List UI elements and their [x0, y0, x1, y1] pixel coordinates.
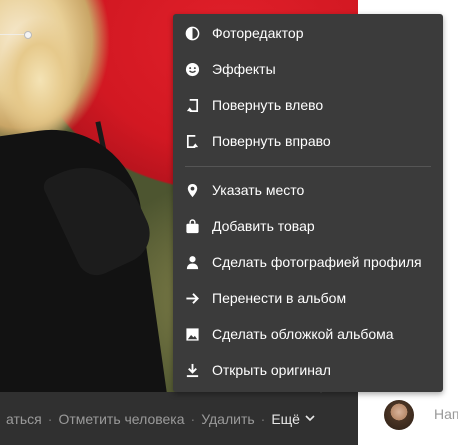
menu-item-label: Открыть оригинал [212, 362, 331, 378]
menu-item-set-profile-photo[interactable]: Сделать фотографией профиля [173, 247, 443, 277]
menu-item-location[interactable]: Указать место [173, 175, 443, 205]
rotate-right-icon [184, 133, 200, 149]
avatar[interactable] [384, 400, 414, 430]
menu-item-label: Фоторедактор [212, 25, 304, 41]
menu-item-move-to-album[interactable]: Перенести в альбом [173, 283, 443, 313]
contrast-icon [184, 25, 200, 41]
shopping-bag-icon [184, 218, 200, 234]
arrow-right-icon [184, 290, 200, 306]
person-icon [184, 254, 200, 270]
menu-item-label: Добавить товар [212, 218, 315, 234]
more-label: Ещё [271, 410, 300, 427]
separator: · [190, 410, 196, 427]
menu-item-label: Указать место [212, 182, 305, 198]
menu-item-label: Повернуть влево [212, 97, 324, 113]
menu-item-rotate-left[interactable]: Повернуть влево [173, 90, 443, 120]
menu-item-label: Сделать обложкой альбома [212, 326, 394, 342]
comment-input[interactable]: Нап [434, 406, 458, 422]
chevron-down-icon [305, 415, 315, 422]
separator: · [260, 410, 266, 427]
menu-item-effects[interactable]: Эффекты [173, 54, 443, 84]
editor-handle[interactable] [24, 31, 32, 39]
menu-item-rotate-right[interactable]: Повернуть вправо [173, 126, 443, 156]
delete-link[interactable]: Удалить [201, 411, 254, 427]
smiley-icon [184, 61, 200, 77]
location-pin-icon [184, 182, 200, 198]
menu-item-add-product[interactable]: Добавить товар [173, 211, 443, 241]
separator: · [47, 410, 53, 427]
more-menu: Фоторедактор Эффекты Повернуть влево Пов… [173, 14, 443, 392]
menu-item-set-album-cover[interactable]: Сделать обложкой альбома [173, 319, 443, 349]
menu-item-photo-editor[interactable]: Фоторедактор [173, 18, 443, 48]
tag-person-link[interactable]: Отметить человека [58, 411, 184, 427]
photo-action-bar: аться · Отметить человека · Удалить · Ещ… [0, 392, 358, 445]
download-icon [184, 362, 200, 378]
menu-item-label: Эффекты [212, 61, 276, 77]
menu-item-label: Сделать фотографией профиля [212, 254, 422, 270]
partial-action-link[interactable]: аться [6, 411, 42, 427]
menu-item-open-original[interactable]: Открыть оригинал [173, 355, 443, 385]
rotate-left-icon [184, 97, 200, 113]
menu-divider [185, 166, 431, 167]
menu-pointer [312, 385, 330, 393]
image-icon [184, 326, 200, 342]
menu-item-label: Повернуть вправо [212, 133, 331, 149]
menu-item-label: Перенести в альбом [212, 290, 347, 306]
more-button[interactable]: Ещё [271, 411, 315, 427]
